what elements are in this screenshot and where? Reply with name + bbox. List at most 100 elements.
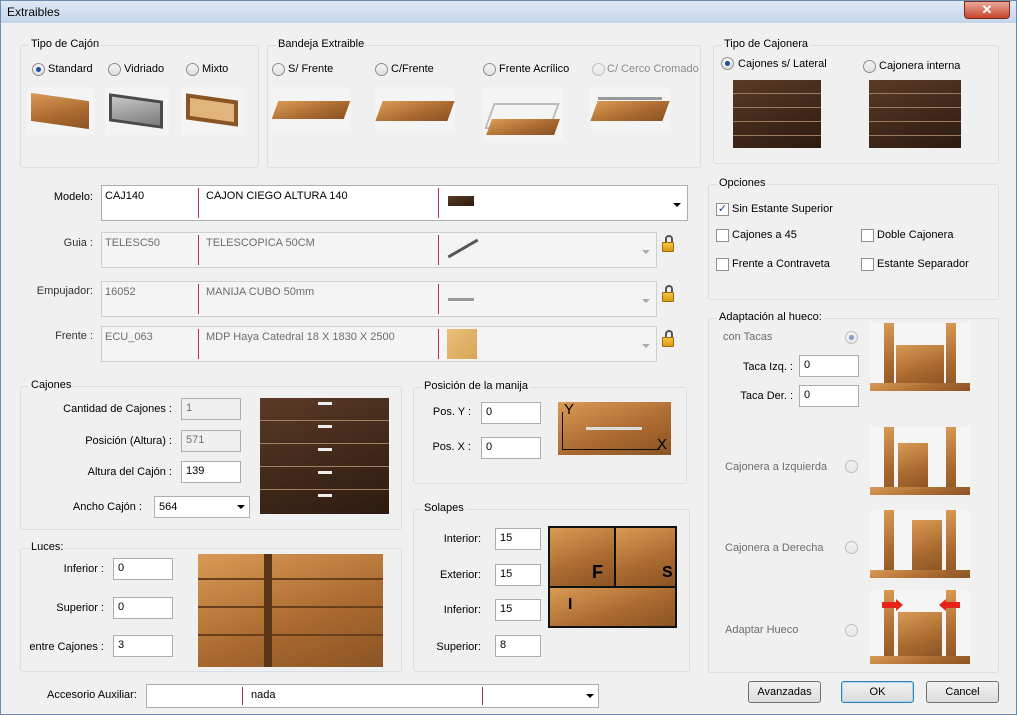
adaptar-hueco-label: Adaptar Hueco bbox=[725, 624, 799, 636]
solapes-title: Solapes bbox=[422, 502, 466, 514]
frente-combo[interactable]: ECU_063 MDP Haya Catedral 18 X 1830 X 25… bbox=[101, 326, 657, 362]
checkbox-frente-contraveta[interactable] bbox=[716, 258, 729, 271]
altura-label: Altura del Cajón : bbox=[87, 466, 172, 478]
ok-button[interactable]: OK bbox=[841, 681, 914, 703]
guia-combo[interactable]: TELESC50 TELESCOPICA 50CM bbox=[101, 232, 657, 268]
sin-frente-tray-image bbox=[271, 87, 351, 131]
frente-lock-icon[interactable] bbox=[661, 330, 675, 348]
solape-f-label: F bbox=[592, 562, 603, 582]
empujador-lock-icon[interactable] bbox=[661, 285, 675, 303]
frente-desc: MDP Haya Catedral 18 X 1830 X 2500 bbox=[206, 331, 395, 343]
radio-sin-frente[interactable] bbox=[272, 63, 285, 76]
avanzadas-button[interactable]: Avanzadas bbox=[748, 681, 821, 703]
modelo-label: Modelo: bbox=[53, 191, 93, 203]
cajones-sin-lateral-image bbox=[733, 80, 821, 148]
frente-contraveta-label: Frente a Contraveta bbox=[732, 258, 830, 270]
altura-cajon-field[interactable]: 139 bbox=[181, 461, 241, 483]
radio-cajonera-interna[interactable] bbox=[863, 60, 876, 73]
cajonera-derecha-image bbox=[870, 510, 970, 578]
checkbox-doble-cajonera[interactable] bbox=[861, 229, 874, 242]
luces-entre-field[interactable]: 3 bbox=[113, 635, 173, 657]
radio-vidriado[interactable] bbox=[108, 63, 121, 76]
sin-estante-superior-label: Sin Estante Superior bbox=[732, 203, 833, 215]
chevron-down-icon[interactable] bbox=[642, 344, 650, 348]
checkbox-cajones-45[interactable] bbox=[716, 229, 729, 242]
cajonera-derecha-label: Cajonera a Derecha bbox=[725, 542, 824, 554]
window-title: Extraibles bbox=[7, 5, 60, 19]
empujador-combo[interactable]: 16052 MANIJA CUBO 50mm bbox=[101, 281, 657, 317]
luces-superior-field[interactable]: 0 bbox=[113, 597, 173, 619]
radio-adaptar-hueco[interactable] bbox=[845, 624, 858, 637]
radio-standard[interactable] bbox=[32, 63, 45, 76]
chevron-down-icon[interactable] bbox=[586, 694, 594, 698]
solapes-exterior-field[interactable]: 15 bbox=[495, 564, 541, 586]
pos-x-field[interactable]: 0 bbox=[481, 437, 541, 459]
taca-der-field[interactable]: 0 bbox=[799, 385, 859, 407]
solapes-superior-label: Superior: bbox=[436, 641, 481, 653]
guia-lock-icon[interactable] bbox=[661, 235, 675, 253]
chevron-down-icon[interactable] bbox=[642, 250, 650, 254]
posicion-altura-field[interactable]: 571 bbox=[181, 430, 241, 452]
modelo-separator-2 bbox=[438, 188, 439, 218]
radio-cajones-sin-lateral[interactable] bbox=[721, 57, 734, 70]
cantidad-cajones-field[interactable]: 1 bbox=[181, 398, 241, 420]
manija-title: Posición de la manija bbox=[422, 380, 530, 392]
con-tacas-label: con Tacas bbox=[723, 331, 773, 343]
chevron-down-icon[interactable] bbox=[642, 299, 650, 303]
frente-label: Frente : bbox=[55, 330, 93, 342]
tipo-cajon-title: Tipo de Cajón bbox=[29, 38, 102, 50]
radio-mixto[interactable] bbox=[186, 63, 199, 76]
ancho-cajon-value: 564 bbox=[159, 501, 178, 513]
cantidad-label: Cantidad de Cajones : bbox=[63, 403, 172, 415]
axis-y-label: Y bbox=[564, 402, 575, 418]
title-bar[interactable]: Extraibles ✕ bbox=[1, 1, 1016, 23]
cancel-button[interactable]: Cancel bbox=[926, 681, 999, 703]
cerco-cromado-tray-image bbox=[590, 87, 670, 131]
cajonera-izquierda-image bbox=[870, 427, 970, 495]
ancho-cajon-select[interactable]: 564 bbox=[154, 496, 250, 518]
radio-con-tacas[interactable] bbox=[845, 331, 858, 344]
taca-izq-label: Taca Izq. : bbox=[742, 361, 793, 373]
radio-cajones-sin-lateral-label: Cajones s/ Lateral bbox=[738, 58, 827, 70]
radio-mixto-label: Mixto bbox=[202, 63, 229, 75]
radio-cajonera-derecha[interactable] bbox=[845, 541, 858, 554]
con-frente-tray-image bbox=[375, 87, 455, 131]
radio-cerco-cromado-label: C/ Cerco Cromado bbox=[607, 63, 699, 75]
adaptar-hueco-image bbox=[870, 590, 970, 664]
doble-cajonera-label: Doble Cajonera bbox=[877, 229, 954, 241]
luces-preview-image bbox=[198, 554, 383, 667]
ancho-label: Ancho Cajón : bbox=[72, 501, 142, 513]
opciones-title: Opciones bbox=[717, 177, 768, 189]
radio-frente-acrilico[interactable] bbox=[483, 63, 496, 76]
solapes-interior-field[interactable]: 15 bbox=[495, 528, 541, 550]
pos-y-label: Pos. Y : bbox=[432, 406, 471, 418]
luces-inferior-field[interactable]: 0 bbox=[113, 558, 173, 580]
radio-standard-label: Standard bbox=[48, 63, 93, 75]
tipo-cajonera-title: Tipo de Cajonera bbox=[722, 38, 810, 50]
modelo-combo[interactable]: CAJ140 CAJON CIEGO ALTURA 140 bbox=[101, 185, 688, 221]
mixto-drawer-image bbox=[182, 87, 244, 135]
cajones-preview-image bbox=[260, 398, 389, 514]
chevron-down-icon[interactable] bbox=[673, 203, 681, 207]
radio-cerco-cromado[interactable] bbox=[592, 63, 605, 76]
taca-izq-field[interactable]: 0 bbox=[799, 355, 859, 377]
chevron-down-icon[interactable] bbox=[237, 505, 245, 509]
opciones-group: Opciones bbox=[708, 177, 999, 300]
solapes-inferior-field[interactable]: 15 bbox=[495, 599, 541, 621]
empujador-separator-1 bbox=[198, 284, 199, 314]
solapes-superior-field[interactable]: 8 bbox=[495, 635, 541, 657]
luces-superior-label: Superior : bbox=[56, 602, 104, 614]
checkbox-sin-estante-superior[interactable]: ✓ bbox=[716, 203, 729, 216]
frente-separator-2 bbox=[438, 329, 439, 359]
close-button[interactable]: ✕ bbox=[964, 1, 1010, 19]
modelo-code: CAJ140 bbox=[105, 190, 145, 202]
pos-y-field[interactable]: 0 bbox=[481, 402, 541, 424]
radio-con-frente[interactable] bbox=[375, 63, 388, 76]
empujador-code: 16052 bbox=[105, 286, 136, 298]
radio-cajonera-izquierda[interactable] bbox=[845, 460, 858, 473]
accesorio-combo[interactable]: nada bbox=[146, 684, 599, 708]
cajones-title: Cajones bbox=[29, 379, 74, 391]
checkbox-estante-separador[interactable] bbox=[861, 258, 874, 271]
acrilico-tray-image bbox=[483, 87, 563, 141]
extraibles-window: Extraibles ✕ Tipo de Cajón Standard Vidr… bbox=[0, 0, 1017, 715]
